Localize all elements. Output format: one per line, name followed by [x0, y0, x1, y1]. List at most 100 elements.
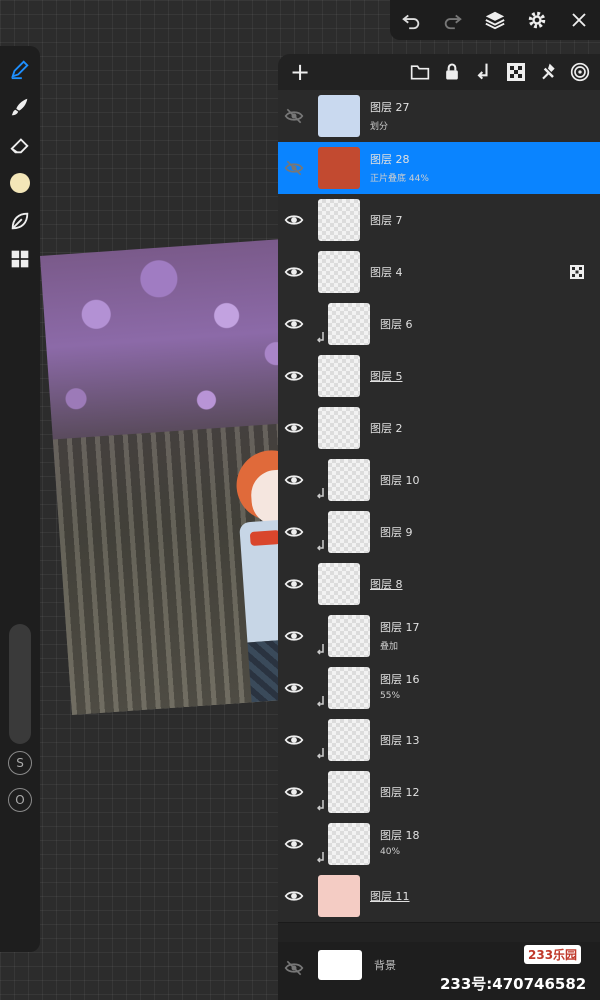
target-icon[interactable] [568, 60, 592, 84]
layer-blend-info: 叠加 [380, 642, 399, 652]
eye-icon[interactable] [282, 364, 306, 388]
layer-thumbnail [328, 459, 370, 501]
add-layer-button[interactable]: + [288, 60, 312, 84]
eye-icon[interactable] [282, 572, 306, 596]
layer-thumbnail [318, 251, 360, 293]
pin-icon[interactable] [536, 60, 560, 84]
layer-row[interactable]: 图层 10 [278, 454, 600, 507]
layer-row[interactable]: 图层 28 正片叠底 44% [278, 142, 600, 195]
layer-name: 图层 4 [370, 266, 403, 279]
layer-thumbnail [318, 875, 360, 917]
layer-name: 图层 12 [380, 786, 420, 799]
layer-row[interactable]: 图层 8 [278, 558, 600, 611]
undo-icon[interactable] [397, 6, 425, 34]
layer-row[interactable]: 图层 18 40% [278, 818, 600, 871]
folder-icon[interactable] [408, 60, 432, 84]
eye-hidden-icon[interactable] [282, 104, 306, 128]
layer-name: 图层 7 [370, 214, 403, 227]
layer-name: 图层 10 [380, 474, 420, 487]
layer-thumbnail [318, 563, 360, 605]
layer-thumbnail [318, 407, 360, 449]
layer-thumbnail [328, 615, 370, 657]
top-bar [390, 0, 600, 40]
brush-icon[interactable] [7, 94, 33, 120]
layer-thumbnail [328, 667, 370, 709]
clipping-mask-icon [316, 488, 327, 500]
eye-icon[interactable] [282, 780, 306, 804]
s-button[interactable]: S [8, 751, 32, 775]
leaf-icon[interactable] [7, 208, 33, 234]
layer-name: 图层 18 [380, 829, 420, 842]
eye-icon[interactable] [282, 832, 306, 856]
eye-hidden-icon[interactable] [282, 156, 306, 180]
merge-down-icon[interactable] [472, 60, 496, 84]
layer-row[interactable]: 图层 5 [278, 350, 600, 403]
left-toolbar: S O [0, 46, 40, 952]
o-button[interactable]: O [8, 788, 32, 812]
checker-icon[interactable] [570, 264, 584, 279]
close-icon[interactable] [565, 6, 593, 34]
brush-size-slider[interactable] [9, 624, 31, 744]
layer-name: 图层 13 [380, 734, 420, 747]
layer-thumbnail [328, 771, 370, 813]
layer-row[interactable]: 图层 13 [278, 714, 600, 767]
layer-name: 图层 2 [370, 422, 403, 435]
layer-name: 图层 5 [370, 370, 403, 383]
layer-row[interactable]: 图层 12 [278, 766, 600, 819]
eye-icon[interactable] [282, 520, 306, 544]
eye-hidden-icon[interactable] [282, 956, 306, 980]
clipping-mask-icon [316, 332, 327, 344]
eraser-icon[interactable] [7, 132, 33, 158]
background-layer-label: 背景 [374, 959, 396, 972]
clipping-mask-icon [316, 852, 327, 864]
layer-row[interactable]: 图层 27 划分 [278, 90, 600, 143]
clipping-mask-icon [316, 540, 327, 552]
eye-icon[interactable] [282, 624, 306, 648]
layers-panel-header: + [278, 54, 600, 90]
layer-row[interactable]: 图层 16 55% [278, 662, 600, 715]
layer-name: 图层 8 [370, 578, 403, 591]
layer-name: 图层 17 [380, 621, 420, 634]
layer-name: 图层 11 [370, 890, 410, 903]
layers-icon[interactable] [481, 6, 509, 34]
eye-icon[interactable] [282, 312, 306, 336]
layer-blend-info: 40% [380, 847, 401, 857]
layer-name: 图层 28 [370, 153, 410, 166]
watermark-id: 233号:470746582 [440, 975, 587, 993]
eye-icon[interactable] [282, 728, 306, 752]
color-swatch[interactable] [7, 170, 33, 196]
gear-icon[interactable] [523, 6, 551, 34]
eye-icon[interactable] [282, 208, 306, 232]
redo-icon[interactable] [439, 6, 467, 34]
eye-icon[interactable] [282, 676, 306, 700]
layer-thumbnail [328, 303, 370, 345]
layer-thumbnail [318, 355, 360, 397]
layer-row[interactable]: 图层 17 叠加 [278, 610, 600, 663]
layer-name: 图层 27 [370, 101, 410, 114]
grid-icon[interactable] [7, 246, 33, 272]
clipping-mask-icon [316, 644, 327, 656]
eye-icon[interactable] [282, 884, 306, 908]
clipping-mask-icon [316, 696, 327, 708]
layer-row[interactable]: 图层 9 [278, 506, 600, 559]
layer-blend-info: 55% [380, 691, 401, 701]
layer-row[interactable]: 图层 6 [278, 298, 600, 351]
checker-icon[interactable] [504, 60, 528, 84]
layer-thumbnail [328, 823, 370, 865]
background-thumbnail [318, 950, 362, 980]
pen-icon[interactable] [7, 56, 33, 82]
eye-icon[interactable] [282, 468, 306, 492]
layer-row[interactable]: 图层 4 [278, 246, 600, 299]
layer-blend-info: 正片叠底 44% [370, 174, 429, 184]
layer-thumbnail [318, 147, 360, 189]
lock-icon[interactable] [440, 60, 464, 84]
layer-thumbnail [328, 719, 370, 761]
eye-icon[interactable] [282, 260, 306, 284]
layer-thumbnail [328, 511, 370, 553]
layer-row[interactable]: 图层 7 [278, 194, 600, 247]
layer-row[interactable]: 图层 2 [278, 402, 600, 455]
watermark-logo: 233乐园 [524, 945, 582, 964]
clipping-mask-icon [316, 748, 327, 760]
layer-row[interactable]: 图层 11 [278, 870, 600, 923]
eye-icon[interactable] [282, 416, 306, 440]
